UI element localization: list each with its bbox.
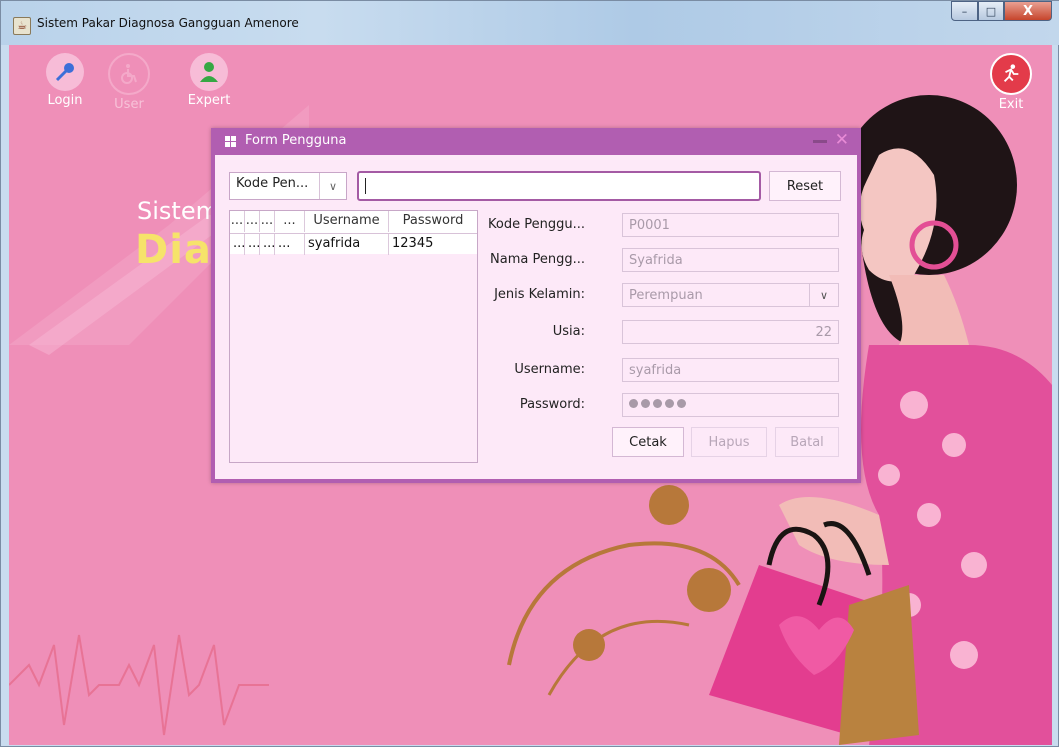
- nama-pengguna-label: Nama Pengg...: [490, 252, 585, 267]
- user-button[interactable]: User: [99, 53, 159, 112]
- password-field[interactable]: [622, 393, 839, 417]
- password-dot: [653, 399, 662, 408]
- login-label: Login: [47, 93, 83, 108]
- expert-person-icon: [190, 53, 228, 91]
- nama-pengguna-field[interactable]: Syafrida: [622, 248, 839, 272]
- username-label: Username:: [514, 362, 585, 377]
- chevron-down-icon[interactable]: ∨: [809, 284, 838, 306]
- java-app-icon: ☕: [13, 17, 31, 35]
- table-row[interactable]: ... ... ... ... syafrida 12345: [230, 234, 477, 255]
- password-dot: [629, 399, 638, 408]
- table-cell: ...: [260, 234, 275, 255]
- exit-label: Exit: [998, 97, 1024, 112]
- username-value: syafrida: [629, 363, 682, 378]
- chevron-down-icon: ∨: [319, 173, 346, 199]
- column-header[interactable]: ...: [245, 211, 260, 232]
- password-dot: [677, 399, 686, 408]
- kode-pengguna-label: Kode Penggu...: [488, 217, 585, 232]
- column-header[interactable]: ...: [260, 211, 275, 232]
- username-field[interactable]: syafrida: [622, 358, 839, 382]
- table-cell: ...: [245, 234, 260, 255]
- windows-logo-icon: [225, 136, 236, 147]
- expert-button[interactable]: Expert: [179, 53, 239, 108]
- app-window: ☕ Sistem Pakar Diagnosa Gangguan Amenore…: [0, 0, 1059, 747]
- window-minimize-button[interactable]: –: [951, 1, 978, 21]
- hapus-button[interactable]: Hapus: [691, 427, 767, 457]
- password-label: Password:: [519, 397, 585, 412]
- window-titlebar[interactable]: ☕ Sistem Pakar Diagnosa Gangguan Amenore…: [1, 1, 1059, 45]
- user-label: User: [114, 97, 144, 112]
- form-pengguna-dialog: Form Pengguna ✕ Kode Pen... ∨ Reset ... …: [211, 128, 861, 483]
- search-input[interactable]: [357, 171, 761, 201]
- exit-button[interactable]: Exit: [981, 53, 1041, 112]
- splash-title-line1: Sistem: [137, 197, 219, 225]
- password-dot: [641, 399, 650, 408]
- password-mask: [629, 399, 686, 408]
- jenis-kelamin-label: Jenis Kelamin:: [494, 287, 585, 302]
- jenis-kelamin-select[interactable]: Perempuan ∨: [622, 283, 839, 307]
- column-header[interactable]: ...: [230, 211, 245, 232]
- text-caret: [365, 178, 366, 194]
- column-header[interactable]: ...: [275, 211, 305, 232]
- user-table[interactable]: ... ... ... ... Username Password ... ..…: [229, 210, 478, 463]
- table-cell-password: 12345: [392, 236, 434, 251]
- table-cell: ...: [230, 234, 245, 255]
- kode-pengguna-field: P0001: [622, 213, 839, 237]
- exit-runner-icon: [990, 53, 1032, 95]
- splash-title-line2: Dia: [135, 227, 212, 273]
- kode-pengguna-value: P0001: [629, 218, 670, 233]
- jenis-kelamin-value: Perempuan: [629, 288, 703, 303]
- usia-label: Usia:: [552, 324, 585, 339]
- dialog-body: Kode Pen... ∨ Reset ... ... ... ... User…: [215, 155, 857, 479]
- window-title: Sistem Pakar Diagnosa Gangguan Amenore: [37, 16, 299, 30]
- window-maximize-button[interactable]: □: [978, 1, 1004, 21]
- cetak-button[interactable]: Cetak: [612, 427, 684, 457]
- batal-button[interactable]: Batal: [775, 427, 839, 457]
- login-button[interactable]: Login: [35, 53, 95, 108]
- search-field-select[interactable]: Kode Pen... ∨: [229, 172, 347, 200]
- dialog-close-button[interactable]: ✕: [835, 130, 849, 150]
- search-field-value: Kode Pen...: [236, 176, 309, 191]
- table-header: ... ... ... ... Username Password: [230, 211, 477, 234]
- usia-field[interactable]: 22: [622, 320, 839, 344]
- dialog-title: Form Pengguna: [245, 133, 347, 148]
- nama-pengguna-value: Syafrida: [629, 253, 683, 268]
- table-cell: ...: [275, 234, 305, 255]
- dialog-minimize-button[interactable]: [813, 140, 827, 143]
- reset-button[interactable]: Reset: [769, 171, 841, 201]
- expert-label: Expert: [187, 93, 231, 108]
- login-key-icon: [46, 53, 84, 91]
- column-header-password[interactable]: Password: [389, 211, 477, 232]
- table-cell-username: syafrida: [305, 234, 389, 255]
- dialog-titlebar[interactable]: Form Pengguna ✕: [211, 128, 861, 155]
- window-close-button[interactable]: X: [1004, 1, 1052, 21]
- user-wheelchair-icon: [108, 53, 150, 95]
- column-header-username[interactable]: Username: [305, 211, 389, 232]
- usia-value: 22: [815, 325, 832, 340]
- password-dot: [665, 399, 674, 408]
